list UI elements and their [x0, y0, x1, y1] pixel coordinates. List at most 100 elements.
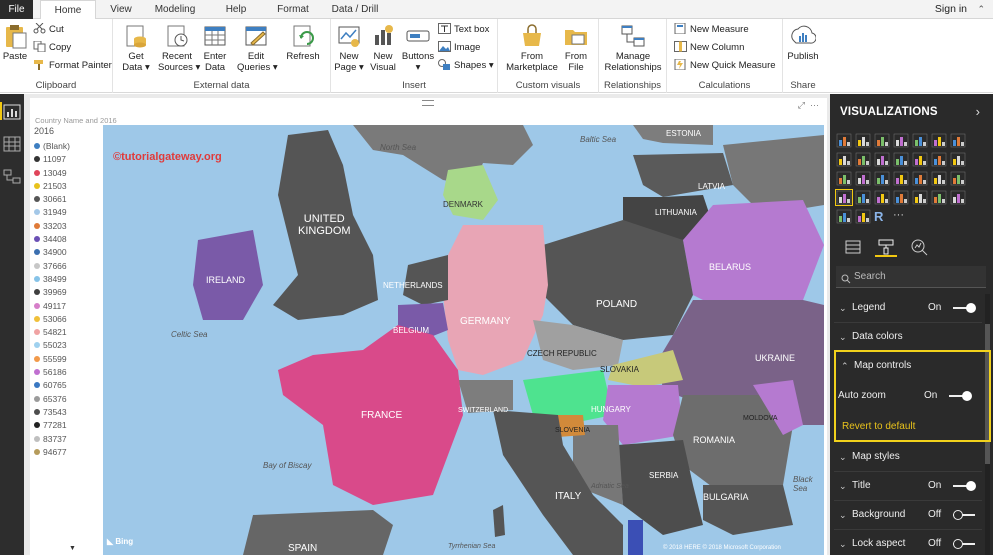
background-toggle[interactable] — [953, 510, 977, 520]
enter-data-button[interactable]: Enter Data — [200, 23, 230, 73]
legend-item[interactable]: 56186 — [34, 366, 98, 379]
cut-button[interactable]: Cut — [33, 22, 64, 38]
buttons-button[interactable]: Buttons ▾ — [401, 23, 435, 73]
funnel-chart-icon[interactable] — [855, 190, 871, 205]
visual-drag-handle[interactable] — [422, 100, 434, 106]
legend-item[interactable]: 38499 — [34, 273, 98, 286]
clustered-bar-icon[interactable] — [874, 133, 890, 148]
shape-map-icon[interactable] — [835, 189, 853, 206]
map-area[interactable]: UNITED KINGDOM IRELAND DENMARK NETHERLAN… — [103, 125, 824, 555]
kpi-icon[interactable] — [931, 190, 947, 205]
tab-file[interactable]: File — [0, 0, 33, 19]
shapes-button[interactable]: Shapes ▾ — [438, 58, 494, 74]
section-legend[interactable]: ⌄ Legend On — [830, 294, 993, 322]
legend-item[interactable]: 60765 — [34, 379, 98, 392]
scatter-chart-icon[interactable] — [855, 171, 871, 186]
line-chart-icon[interactable] — [836, 152, 852, 167]
legend-item[interactable]: 37666 — [34, 260, 98, 273]
pie-chart-icon[interactable] — [874, 171, 890, 186]
format-paint-roller-icon[interactable] — [875, 237, 897, 257]
line-column-icon[interactable] — [893, 152, 909, 167]
legend-item[interactable]: 55023 — [34, 339, 98, 352]
filled-map-icon[interactable] — [950, 171, 966, 186]
legend-item[interactable]: 49117 — [34, 300, 98, 313]
section-lock-aspect[interactable]: ⌄ Lock aspect Off — [830, 530, 993, 558]
slicer-icon[interactable] — [950, 190, 966, 205]
waterfall-icon[interactable] — [931, 152, 947, 167]
area-chart-icon[interactable] — [855, 152, 871, 167]
stacked-bar-icon[interactable] — [836, 133, 852, 148]
new-quick-measure-button[interactable]: New Quick Measure — [674, 58, 776, 74]
auto-zoom-toggle[interactable] — [949, 391, 973, 401]
legend-item[interactable]: 65376 — [34, 393, 98, 406]
more-options-icon[interactable]: ··· — [810, 100, 819, 110]
collapse-pane-icon[interactable]: › — [976, 104, 980, 119]
legend-item[interactable]: 34900 — [34, 246, 98, 259]
focus-mode-icon[interactable]: ⤢ — [798, 100, 805, 110]
tab-data-drill[interactable]: Data / Drill — [323, 0, 387, 19]
recent-sources-button[interactable]: Recent Sources ▾ — [158, 23, 200, 73]
multi-card-icon[interactable] — [912, 190, 928, 205]
manage-relationships-button[interactable]: Manage Relationships — [601, 23, 665, 73]
table-visual-icon[interactable] — [836, 209, 852, 224]
map-icon[interactable] — [931, 171, 947, 186]
publish-button[interactable]: Publish — [785, 23, 821, 62]
new-column-button[interactable]: New Column — [674, 40, 744, 56]
legend-item[interactable]: 73543 — [34, 406, 98, 419]
format-search-input[interactable]: Search — [836, 266, 986, 288]
legend-toggle[interactable] — [953, 303, 977, 313]
lock-aspect-toggle[interactable] — [953, 539, 977, 549]
tab-home[interactable]: Home — [40, 0, 96, 20]
tab-modeling[interactable]: Modeling — [146, 0, 204, 19]
legend-item[interactable]: 30661 — [34, 193, 98, 206]
legend-item[interactable]: 53066 — [34, 313, 98, 326]
funnel-icon[interactable] — [836, 171, 852, 186]
tab-format[interactable]: Format — [270, 0, 316, 19]
legend-item[interactable]: 39969 — [34, 286, 98, 299]
edit-queries-button[interactable]: Edit Queries ▾ — [237, 23, 278, 73]
new-visual-button[interactable]: New Visual — [368, 23, 398, 73]
title-toggle[interactable] — [953, 481, 977, 491]
sign-in-link[interactable]: Sign in — [935, 0, 967, 19]
legend-item[interactable]: 83737 — [34, 433, 98, 446]
fields-tab-icon[interactable] — [842, 237, 864, 257]
legend-item[interactable]: 13049 — [34, 167, 98, 180]
image-button[interactable]: Image — [438, 40, 480, 56]
legend-scroll-down-icon[interactable]: ▼ — [69, 545, 76, 552]
data-view-icon[interactable] — [3, 136, 21, 152]
100-column-icon[interactable] — [931, 133, 947, 148]
line-clustered-icon[interactable] — [950, 133, 966, 148]
r-visual-icon[interactable]: R — [874, 209, 890, 224]
report-view-icon[interactable] — [3, 104, 21, 120]
scatter-icon[interactable] — [950, 152, 966, 167]
section-data-colors[interactable]: ⌄ Data colors — [830, 323, 993, 351]
format-painter-button[interactable]: Format Painter — [33, 58, 112, 74]
map-visual[interactable]: ⤢ ··· Country Name and 2016 2016 (Blank)… — [30, 98, 827, 555]
tab-view[interactable]: View — [103, 0, 139, 19]
new-measure-button[interactable]: New Measure — [674, 22, 749, 38]
section-map-styles[interactable]: ⌄ Map styles — [830, 443, 993, 471]
legend-item[interactable]: 31949 — [34, 206, 98, 219]
more-visuals-icon[interactable]: ··· — [893, 209, 909, 224]
legend-item[interactable]: 55599 — [34, 353, 98, 366]
legend-item[interactable]: 21503 — [34, 180, 98, 193]
section-title[interactable]: ⌄ Title On — [830, 472, 993, 500]
100-bar-icon[interactable] — [912, 133, 928, 148]
legend-item[interactable]: 54821 — [34, 326, 98, 339]
paste-button[interactable]: Paste — [2, 23, 28, 62]
text-box-button[interactable]: Text box — [438, 22, 489, 38]
from-file-button[interactable]: From File — [560, 23, 592, 73]
tab-help[interactable]: Help — [216, 0, 256, 19]
legend-item[interactable]: 34408 — [34, 233, 98, 246]
legend-item[interactable]: 94677 — [34, 446, 98, 459]
relationships-view-icon[interactable] — [3, 168, 21, 184]
section-background[interactable]: ⌄ Background Off — [830, 501, 993, 529]
section-map-controls[interactable]: ⌃ Map controls — [832, 352, 993, 380]
ribbon-collapse-icon[interactable]: ⌃ — [977, 0, 985, 19]
gauge-icon[interactable] — [874, 190, 890, 205]
stacked-area-icon[interactable] — [874, 152, 890, 167]
stacked-column-icon[interactable] — [855, 133, 871, 148]
legend-item[interactable]: (Blank) — [34, 140, 98, 153]
clustered-column-icon[interactable] — [893, 133, 909, 148]
ribbon-chart-icon[interactable] — [912, 152, 928, 167]
